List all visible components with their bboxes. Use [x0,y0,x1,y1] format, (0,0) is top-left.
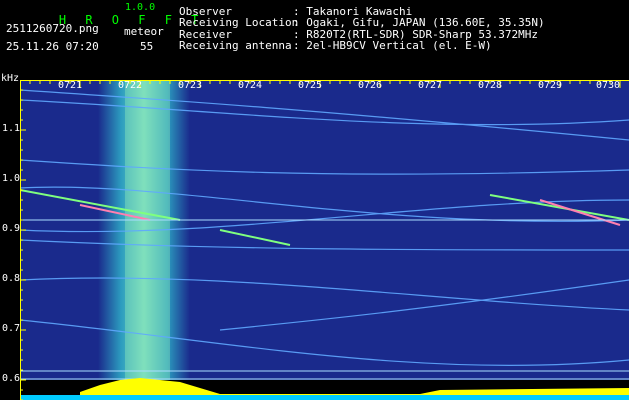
meteor-label: meteor [124,25,164,38]
filename-label: 2511260720.png [6,22,99,35]
x-tick-label: 0726 [358,80,383,91]
amplitude-baseline [20,395,629,400]
hroft-window: H R O F F T 1.0.0 2511260720.png 25.11.2… [0,0,629,400]
x-tick-label: 0724 [238,80,263,91]
y-axis-unit: kHz [1,73,20,84]
info-label-location: Receiving Location [179,16,299,29]
info-label-antenna: Receiving antenna [179,39,292,52]
x-tick-label: 0723 [178,80,203,91]
x-tick-label: 0730 [596,80,621,91]
y-tick-label: 0.7 [2,323,21,334]
y-tick-label: 0.9 [2,223,21,234]
y-tick-label: 0.6 [2,373,21,384]
x-tick-label: 0722 [118,80,143,91]
x-tick-label: 0721 [58,80,83,91]
y-tick-label: 0.8 [2,273,21,284]
app-version: 1.0.0 [125,2,156,13]
y-tick-label: 1.1 [2,123,21,134]
spectrogram [20,80,629,400]
x-tick-label: 0725 [298,80,323,91]
datetime-label: 25.11.26 07:20 [6,40,99,53]
x-tick-label: 0727 [418,80,443,91]
info-value-antenna: : 2el-HB9CV Vertical (el. E-W) [293,39,492,52]
y-tick-label: 1.0 [2,173,21,184]
info-value-location: : Ogaki, Gifu, JAPAN (136.60E, 35.35N) [293,16,545,29]
x-tick-label: 0728 [478,80,503,91]
meteor-count: 55 [140,40,154,53]
x-tick-label: 0729 [538,80,563,91]
